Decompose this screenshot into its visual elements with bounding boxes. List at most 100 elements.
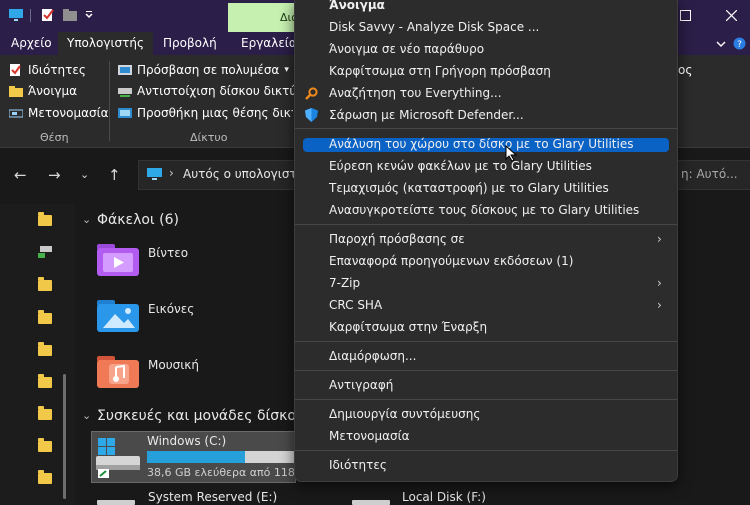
- folder-icon[interactable]: [38, 212, 52, 226]
- menu-separator: [295, 128, 677, 129]
- menu-item-properties[interactable]: Ιδιότητες: [329, 458, 387, 472]
- menu-item-glary-shred[interactable]: Τεμαχισμός (καταστροφή) με το Glary Util…: [329, 181, 609, 195]
- map-drive-label: Αντιστοίχιση δίσκου δικτύου: [137, 84, 311, 98]
- tab-drive-tools[interactable]: Εργαλεία μ: [232, 32, 298, 55]
- rename-button[interactable]: Μετονομασία: [9, 106, 109, 120]
- search-icon: [305, 87, 318, 100]
- folder-icon[interactable]: [38, 342, 52, 356]
- media-access-button[interactable]: Πρόσβαση σε πολυμέσα ▾: [118, 63, 289, 77]
- videos-folder-icon[interactable]: [97, 242, 139, 278]
- computer-icon: [9, 9, 23, 21]
- drive-c-free-space: 38,6 GB ελεύθερα από 118 G: [147, 466, 294, 479]
- group-location-label: Θέση: [40, 131, 69, 144]
- ribbon-item-clipped[interactable]: ος: [678, 63, 692, 77]
- folder-icon[interactable]: [38, 438, 52, 452]
- search-placeholder: η: Αυτό...: [681, 167, 738, 181]
- devices-section-header[interactable]: Συσκευές και μονάδες δίσκου: [97, 408, 294, 424]
- menu-separator: [295, 450, 677, 451]
- computer-icon: [147, 168, 162, 180]
- close-icon[interactable]: [726, 10, 737, 21]
- menu-item-open-new-window[interactable]: Άνοιγμα σε νέο παράθυρο: [329, 42, 484, 56]
- folder-open-icon: [9, 85, 23, 97]
- chevron-down-icon[interactable]: [84, 8, 94, 22]
- chevron-right-icon: ›: [657, 276, 662, 290]
- folder-icon[interactable]: [38, 310, 52, 324]
- menu-separator: [295, 370, 677, 371]
- chevron-right-icon: ›: [657, 232, 662, 246]
- drive-c-usage-bar: [147, 451, 294, 463]
- contextual-tab[interactable]: Δια: [228, 3, 299, 32]
- pictures-folder-icon[interactable]: [97, 298, 139, 334]
- chevron-right-icon: ›: [657, 298, 662, 312]
- drive-c-usage-fill: [147, 451, 246, 463]
- recent-chevron-icon[interactable]: ⌄: [80, 168, 89, 181]
- properties-icon[interactable]: [40, 8, 56, 22]
- drive-e-name[interactable]: System Reserved (E:): [148, 490, 277, 504]
- folder-icon[interactable]: [38, 277, 52, 291]
- search-input[interactable]: η: Αυτό...: [676, 160, 750, 190]
- music-folder-icon[interactable]: [97, 354, 139, 390]
- maximize-icon[interactable]: [680, 10, 691, 21]
- menu-item-give-access[interactable]: Παροχή πρόσβασης σε: [329, 232, 465, 246]
- address-bar[interactable]: › Αυτός ο υπολογιστής: [138, 160, 311, 190]
- properties-button[interactable]: Ιδιότητες: [9, 63, 86, 77]
- back-arrow-icon[interactable]: ←: [14, 166, 27, 184]
- chevron-down-icon: ▾: [284, 65, 289, 75]
- folder-label[interactable]: Εικόνες: [148, 302, 194, 316]
- breadcrumb-path[interactable]: Αυτός ο υπολογιστής: [183, 167, 311, 181]
- rename-icon: [9, 109, 23, 117]
- drive-icon[interactable]: [352, 492, 392, 505]
- drive-c-tile[interactable]: Windows (C:) 38,6 GB ελεύθερα από 118 G: [91, 431, 296, 483]
- menu-item-copy[interactable]: Αντιγραφή: [329, 378, 393, 392]
- folders-section-header[interactable]: Φάκελοι (6): [97, 212, 179, 228]
- up-arrow-icon[interactable]: ↑: [108, 166, 121, 184]
- chevron-down-icon[interactable]: [716, 40, 726, 48]
- chevron-down-icon[interactable]: ⌄: [82, 213, 91, 226]
- add-network-location-button[interactable]: Προσθήκη μιας θέσης δικτύου: [118, 106, 293, 120]
- folder-label[interactable]: Βίντεο: [148, 246, 188, 260]
- menu-item-open[interactable]: Άνοιγμα: [329, 0, 385, 12]
- menu-item-format[interactable]: Διαμόρφωση...: [329, 349, 416, 363]
- folder-icon[interactable]: [38, 406, 52, 420]
- tab-view[interactable]: Προβολή: [154, 32, 226, 55]
- drive-icon[interactable]: [97, 492, 137, 505]
- menu-item-create-shortcut[interactable]: Δημιουργία συντόμευσης: [329, 407, 480, 421]
- menu-item-glary-analyze[interactable]: Ανάλυση του χώρου στο δίσκο με το Glary …: [329, 137, 633, 151]
- menu-item-glary-empty-folders[interactable]: Εύρεση κενών φακέλων με το Glary Utiliti…: [329, 159, 592, 173]
- menu-item-7zip[interactable]: 7-Zip: [329, 276, 360, 290]
- folder-label[interactable]: Μουσική: [148, 358, 199, 372]
- ribbon-divider: [109, 61, 110, 141]
- menu-item-crc-sha[interactable]: CRC SHA: [329, 298, 382, 312]
- map-drive-button[interactable]: Αντιστοίχιση δίσκου δικτύου: [118, 84, 311, 98]
- new-folder-icon[interactable]: [62, 8, 78, 22]
- menu-separator: [295, 399, 677, 400]
- defender-shield-icon: [305, 108, 318, 122]
- network-drive-icon[interactable]: [38, 246, 53, 259]
- menu-item-rename[interactable]: Μετονομασία: [329, 429, 410, 443]
- menu-item-defender[interactable]: Σάρωση με Microsoft Defender...: [329, 108, 524, 122]
- folder-icon[interactable]: [38, 470, 52, 484]
- menu-item-disk-savvy[interactable]: Disk Savvy - Analyze Disk Space ...: [329, 20, 539, 34]
- network-drive-icon: [118, 87, 132, 97]
- breadcrumb-chevron-icon[interactable]: ›: [169, 166, 174, 180]
- add-network-location-label: Προσθήκη μιας θέσης δικτύου: [137, 106, 293, 120]
- group-network-label: Δίκτυο: [190, 131, 228, 144]
- chevron-down-icon[interactable]: ⌄: [82, 409, 91, 422]
- menu-item-search-everything[interactable]: Αναζήτηση του Everything...: [329, 86, 502, 100]
- network-location-icon: [118, 107, 132, 118]
- drive-f-name[interactable]: Local Disk (F:): [402, 490, 486, 504]
- forward-arrow-icon[interactable]: →: [48, 166, 61, 184]
- rename-label: Μετονομασία: [28, 106, 109, 120]
- menu-item-restore-previous[interactable]: Επαναφορά προηγούμενων εκδόσεων (1): [329, 254, 573, 268]
- menu-separator: [295, 224, 677, 225]
- tab-computer[interactable]: Υπολογιστής: [58, 32, 153, 55]
- menu-item-glary-defrag[interactable]: Ανασυγκροτείστε τους δίσκους με το Glary…: [329, 203, 639, 217]
- open-button[interactable]: Άνοιγμα: [9, 84, 77, 98]
- menu-item-pin-start[interactable]: Καρφίτσωμα στην Έναρξη: [329, 320, 487, 334]
- tab-file[interactable]: Αρχείο: [2, 32, 61, 55]
- navigation-scrollbar[interactable]: [63, 374, 66, 499]
- menu-item-pin-quick-access[interactable]: Καρφίτσωμα στη Γρήγορη πρόσβαση: [329, 64, 551, 78]
- folder-icon[interactable]: [38, 374, 52, 388]
- help-icon[interactable]: ?: [733, 37, 746, 50]
- properties-icon: [10, 63, 21, 76]
